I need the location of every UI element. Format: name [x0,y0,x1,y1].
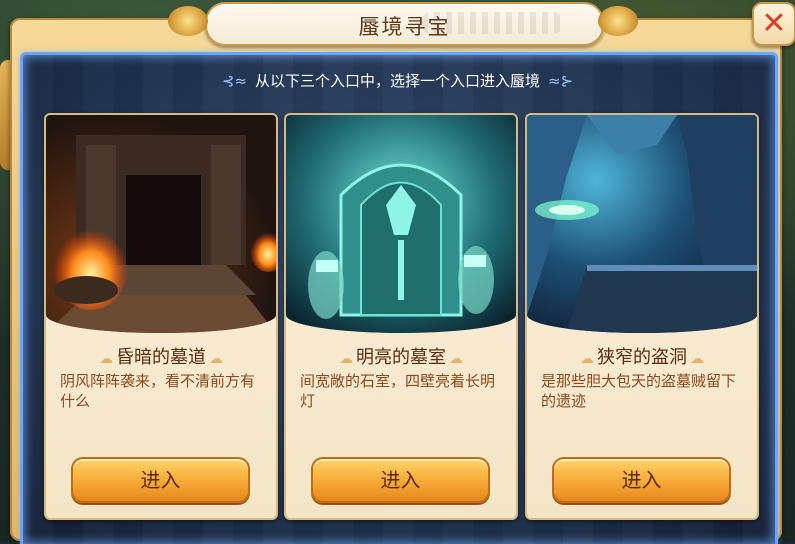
instruction-text: ⊰≈ 从以下三个入口中，选择一个入口进入蜃境 ≈⊱ [0,70,795,91]
card-dark-passage[interactable]: ☁ 昏暗的墓道 ☁ 阴风阵阵袭来，看不清前方有什么 进入 [44,113,278,520]
card-bright-chamber[interactable]: ☁ 明亮的墓室 ☁ 间宽敞的石室，四壁亮着长明灯 进入 [284,113,518,520]
title-plaque: 蜃境寻宝 [205,2,604,46]
card-description: 阴风阵阵袭来，看不清前方有什么 [60,372,256,410]
cloud-ornament-icon: ☁ [449,351,463,367]
card-title: ☁ 明亮的墓室 ☁ [339,347,463,368]
cloud-ornament-icon: ☁ [209,351,223,367]
dialog-title: 蜃境寻宝 [358,15,451,39]
cloud-ornament-icon: ☁ [99,351,113,367]
close-icon: ✕ [761,6,787,41]
cloud-ornament-icon: ☁ [339,351,353,367]
dark-passage-illustration [46,115,276,333]
card-title: ☁ 昏暗的墓道 ☁ [99,347,223,368]
card-title: ☁ 狭窄的盗洞 ☁ [580,347,704,368]
bright-chamber-illustration [286,115,516,333]
card-description: 间宽敞的石室，四壁亮着长明灯 [300,372,496,410]
swirl-ornament-icon: ≈⊱ [548,72,574,90]
enter-button-narrow-tunnel[interactable]: 进入 [552,457,731,503]
instruction-label: 从以下三个入口中，选择一个入口进入蜃境 [254,72,540,90]
left-wing-ornament-icon [168,6,208,36]
narrow-tunnel-illustration [527,115,757,333]
swirl-ornament-icon: ⊰≈ [221,72,247,90]
cloud-ornament-icon: ☁ [580,351,594,367]
right-wing-ornament-icon [598,6,638,36]
close-button[interactable]: ✕ [752,2,795,46]
cloud-ornament-icon: ☁ [690,351,704,367]
card-description: 是那些胆大包天的盗墓贼留下的遗迹 [541,372,737,410]
enter-button-bright-chamber[interactable]: 进入 [311,457,490,503]
card-narrow-tunnel[interactable]: ☁ 狭窄的盗洞 ☁ 是那些胆大包天的盗墓贼留下的遗迹 进入 [525,113,759,520]
enter-button-dark-passage[interactable]: 进入 [71,457,250,503]
